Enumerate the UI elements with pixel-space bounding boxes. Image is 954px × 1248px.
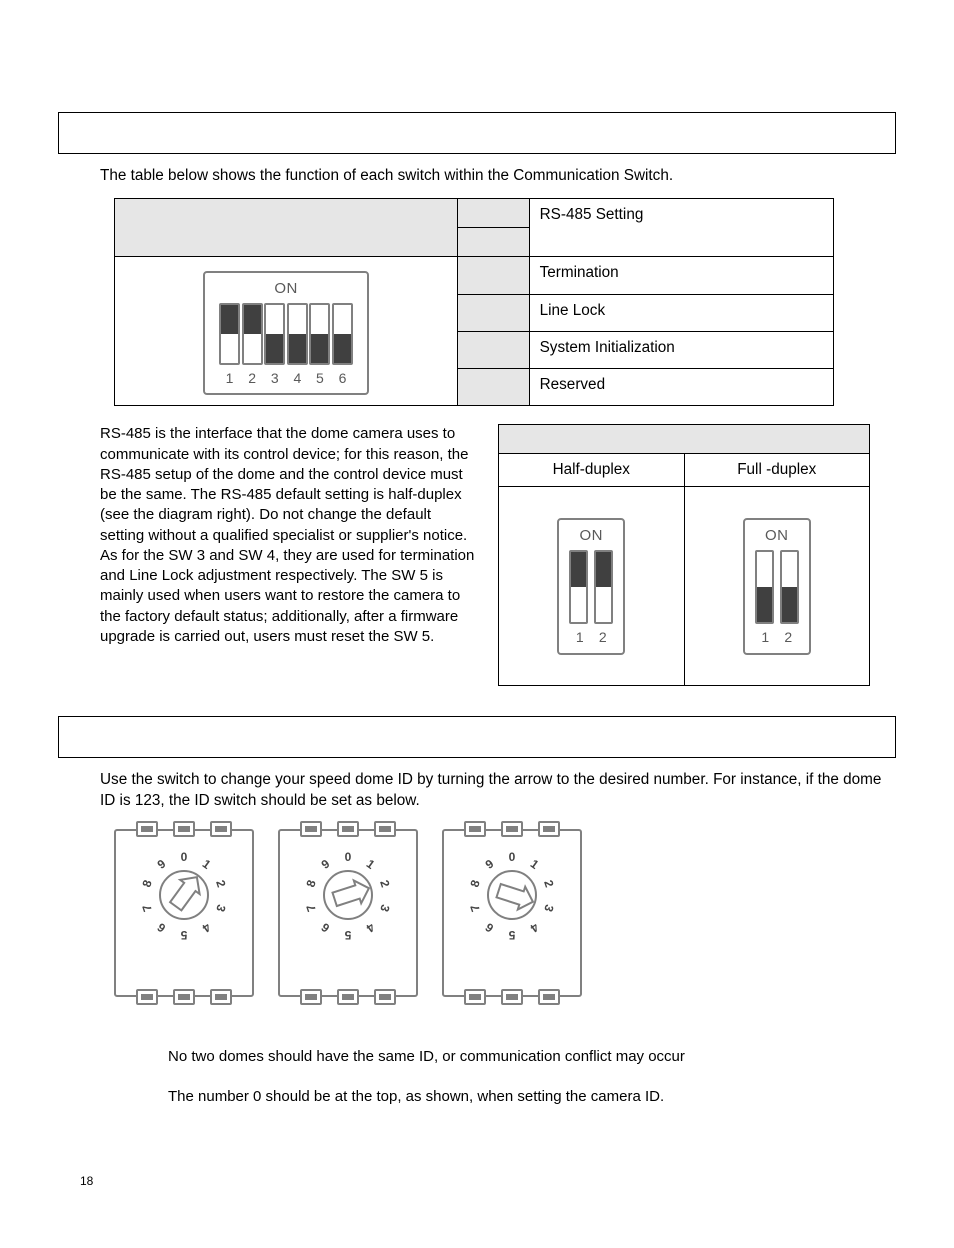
page-number: 18: [80, 1174, 93, 1190]
dip-number: 2: [592, 628, 613, 646]
func-linelock: Line Lock: [529, 294, 833, 331]
dip6-on-label: ON: [219, 279, 353, 299]
pin: [210, 821, 232, 837]
rotary-switch: 0123456789: [114, 829, 254, 997]
pin: [501, 821, 523, 837]
dip-number: 6: [332, 369, 353, 387]
dip-switch-1: [569, 550, 588, 624]
gap-cell: [458, 257, 529, 294]
pin: [300, 821, 322, 837]
dip2-on-label: ON: [755, 526, 799, 546]
dip-switch-3: [264, 303, 285, 365]
dip-switch-1: [755, 550, 774, 624]
rotary-dial: 0123456789: [138, 849, 230, 941]
dial-number: 5: [505, 926, 519, 942]
note-2: The number 0 should be at the top, as sh…: [168, 1087, 896, 1107]
dip-number: 4: [287, 369, 308, 387]
dial-number: 5: [341, 926, 355, 942]
rs485-paragraph: RS-485 is the interface that the dome ca…: [100, 424, 478, 686]
dip2-half-graphic: ON 12: [557, 518, 625, 654]
dial-number: 5: [177, 926, 191, 942]
dip-switch-6: [332, 303, 353, 365]
dip-switch-1: [219, 303, 240, 365]
pin: [300, 989, 322, 1005]
dial-number: 0: [177, 850, 191, 866]
id-switch-paragraph: Use the switch to change your speed dome…: [100, 770, 896, 810]
dip2-on-label: ON: [569, 526, 613, 546]
duplex-header: [499, 425, 870, 454]
rotary-dial: 0123456789: [302, 849, 394, 941]
func-sysinit: System Initialization: [529, 331, 833, 368]
section-heading-box: [58, 112, 896, 154]
dip-number: 1: [755, 628, 776, 646]
rotary-switch: 0123456789: [278, 829, 418, 997]
rotary-switch: 0123456789: [442, 829, 582, 997]
gap-cell: [458, 294, 529, 331]
dip-number: 2: [242, 369, 263, 387]
communication-switch-table: RS-485 Setting ON 123456 Termination Lin…: [114, 198, 834, 406]
pin: [136, 989, 158, 1005]
pin: [374, 989, 396, 1005]
gap-cell: [458, 369, 529, 406]
pin: [374, 821, 396, 837]
pin: [538, 989, 560, 1005]
pin: [501, 989, 523, 1005]
dip-number: 1: [219, 369, 240, 387]
gap-cell: [458, 331, 529, 368]
notes-block: No two domes should have the same ID, or…: [168, 1047, 896, 1107]
section-heading-box-2: [58, 716, 896, 758]
dip-number: 1: [569, 628, 590, 646]
pin: [173, 821, 195, 837]
dial-number: 0: [341, 850, 355, 866]
full-duplex-label: Full -duplex: [684, 454, 870, 487]
intro-paragraph: The table below shows the function of ea…: [100, 166, 896, 186]
document-page: The table below shows the function of ea…: [0, 0, 954, 1248]
dip6-cell: ON 123456: [115, 257, 458, 406]
dip2-full-graphic: ON 12: [743, 518, 811, 654]
half-duplex-label: Half-duplex: [499, 454, 685, 487]
func-reserved: Reserved: [529, 369, 833, 406]
pin: [173, 989, 195, 1005]
col-gap-header: [458, 199, 529, 228]
half-duplex-cell: ON 12: [499, 487, 685, 686]
full-duplex-cell: ON 12: [684, 487, 870, 686]
pin: [464, 821, 486, 837]
duplex-table: Half-duplex Full -duplex ON 12 ON 12: [498, 424, 870, 686]
dip-header-cell: [115, 199, 458, 257]
dip6-graphic: ON 123456: [203, 271, 369, 395]
rotary-switch-row: 0123456789 0123456789 0123456789: [114, 829, 896, 997]
dip-switch-2: [594, 550, 613, 624]
dip-switch-5: [309, 303, 330, 365]
col-gap-header-2: [458, 228, 529, 257]
pin: [136, 821, 158, 837]
pin: [337, 989, 359, 1005]
dip-number: 2: [778, 628, 799, 646]
dip-switch-2: [780, 550, 799, 624]
func-termination: Termination: [529, 257, 833, 294]
func-rs485: RS-485 Setting: [529, 199, 833, 257]
dial-number: 0: [505, 850, 519, 866]
dip-number: 5: [309, 369, 330, 387]
dip-switch-4: [287, 303, 308, 365]
pin: [538, 821, 560, 837]
rotary-dial: 0123456789: [466, 849, 558, 941]
dip-number: 3: [264, 369, 285, 387]
pin: [210, 989, 232, 1005]
pin: [464, 989, 486, 1005]
dip-switch-2: [242, 303, 263, 365]
note-1: No two domes should have the same ID, or…: [168, 1047, 896, 1067]
pin: [337, 821, 359, 837]
